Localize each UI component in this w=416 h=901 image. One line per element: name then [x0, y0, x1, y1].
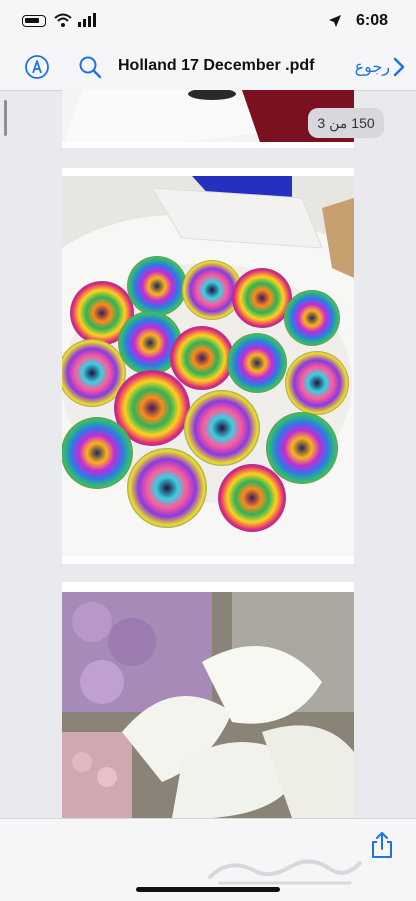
back-button-label: رجوع	[354, 59, 390, 76]
back-button[interactable]: رجوع	[355, 54, 406, 80]
pdf-page	[62, 582, 354, 818]
page-separator: من	[329, 114, 348, 131]
toolbar: Holland 17 December .pdf رجوع	[0, 44, 416, 91]
bottom-toolbar	[0, 818, 416, 901]
page-image-rainbow-roses	[62, 168, 354, 564]
share-icon[interactable]	[370, 831, 394, 859]
location-arrow-icon	[329, 15, 341, 27]
battery-icon	[22, 15, 46, 27]
scroll-indicator[interactable]	[4, 100, 7, 136]
status-bar: 6:08	[0, 0, 416, 44]
status-time: 6:08	[355, 12, 388, 29]
page-total: 150	[351, 115, 375, 131]
search-icon[interactable]	[77, 54, 103, 80]
wifi-icon	[54, 13, 72, 27]
page-current: 3	[317, 115, 326, 131]
chevron-right-icon	[393, 57, 405, 77]
page-image-white-callas	[62, 582, 354, 818]
pdf-page	[62, 168, 354, 564]
home-indicator[interactable]	[136, 887, 280, 892]
document-title: Holland 17 December .pdf	[118, 57, 315, 74]
watermark-logo	[208, 859, 362, 885]
markup-pen-icon[interactable]	[24, 54, 50, 80]
page-indicator: 150 من 3	[308, 108, 384, 138]
cellular-signal-icon	[78, 13, 96, 27]
